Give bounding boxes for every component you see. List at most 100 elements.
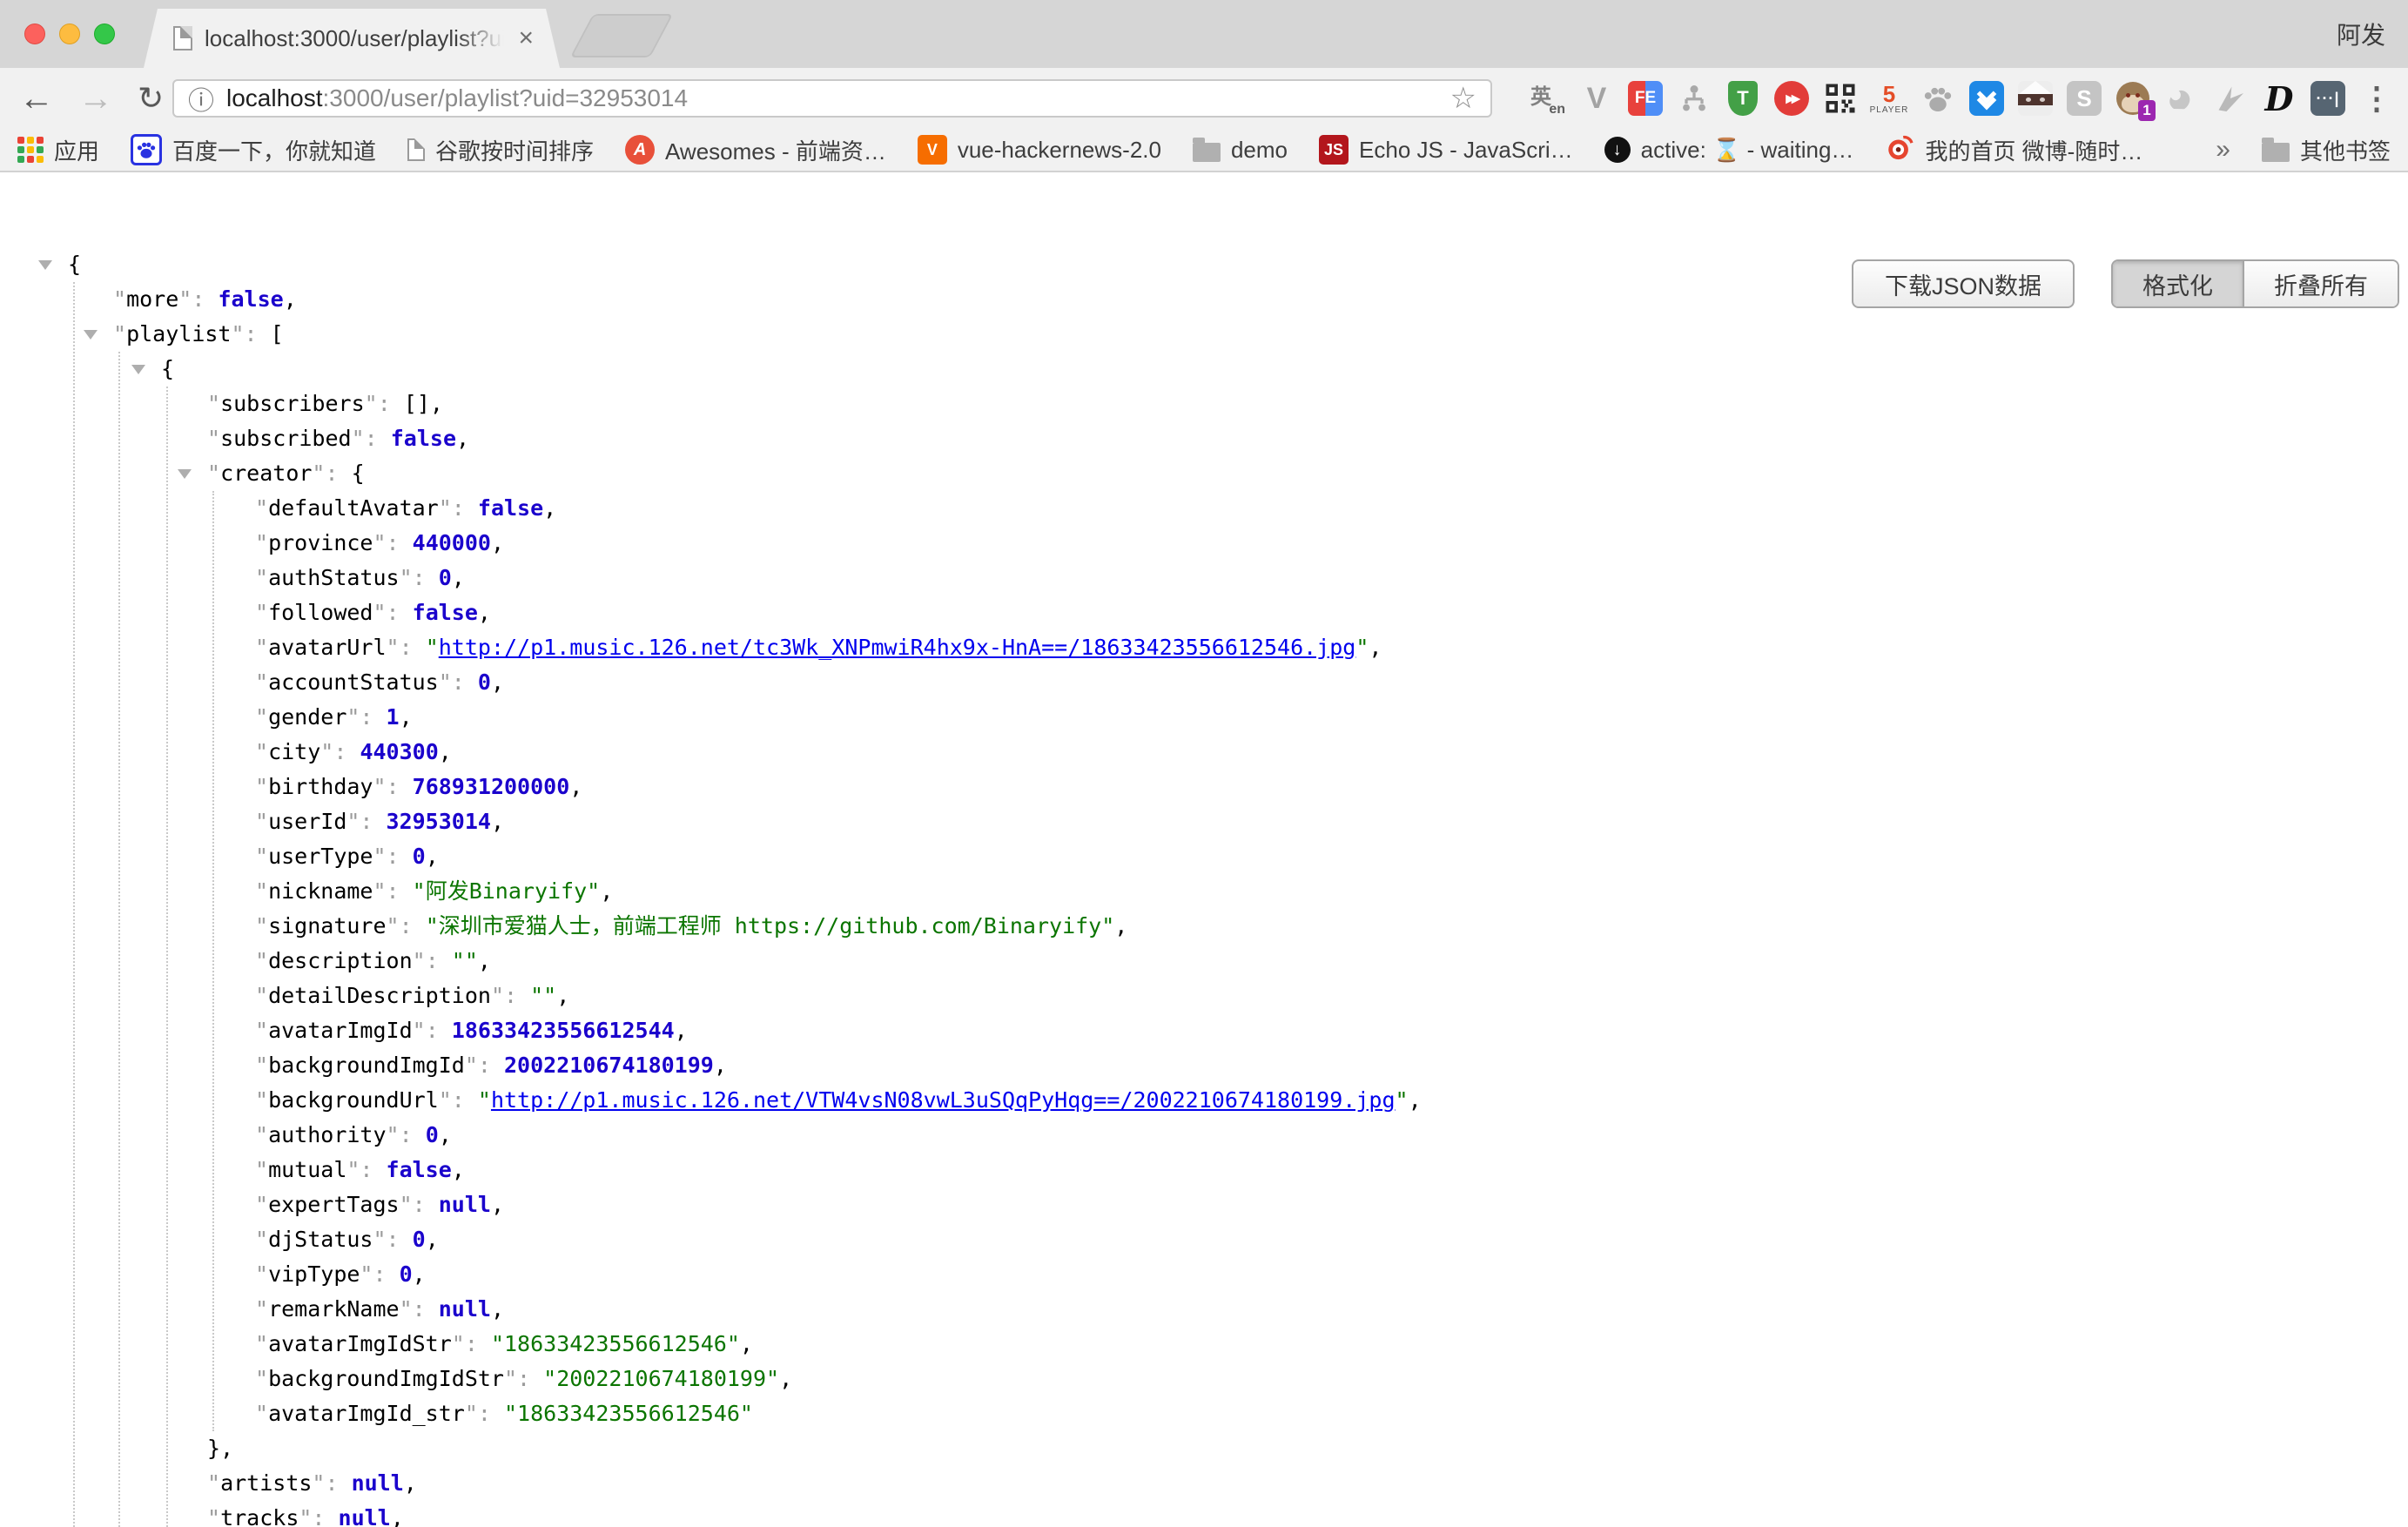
bookmarks-overflow-icon[interactable]: » xyxy=(2216,135,2230,165)
json-token: , xyxy=(491,809,504,834)
awesomes-icon: A xyxy=(625,135,655,165)
json-token: ": xyxy=(387,635,426,660)
hummingbird-icon[interactable] xyxy=(2211,79,2250,118)
json-token: , xyxy=(426,844,439,869)
chrome-menu-icon[interactable]: ⋮ xyxy=(2361,68,2392,129)
json-line: "djStatus": 0, xyxy=(0,1222,2408,1257)
bird-icon[interactable] xyxy=(2162,79,2201,118)
json-key: vipType xyxy=(268,1261,360,1287)
vue-gray-icon[interactable]: V xyxy=(1577,79,1616,118)
ellipsis-icon[interactable]: ···| xyxy=(2309,79,2347,118)
fe-icon[interactable]: FE xyxy=(1626,79,1665,118)
json-token: null xyxy=(439,1192,491,1217)
blue-chevrons-icon[interactable] xyxy=(1967,79,2006,118)
d-icon[interactable]: D xyxy=(2260,79,2298,118)
json-token: " xyxy=(426,635,439,660)
url-host: localhost xyxy=(226,84,323,112)
bookmark-item[interactable]: 应用 xyxy=(17,134,99,166)
close-window-icon[interactable] xyxy=(24,24,45,44)
json-token: " xyxy=(255,1157,268,1182)
json-token: " xyxy=(255,774,268,799)
bookmark-label: demo xyxy=(1231,137,1288,164)
new-tab-button[interactable] xyxy=(570,14,674,57)
icon-glyph: V xyxy=(1579,81,1614,116)
json-token: false xyxy=(391,426,456,451)
json-line: "backgroundImgId": 2002210674180199, xyxy=(0,1048,2408,1083)
json-key: avatarImgId_str xyxy=(268,1401,465,1426)
bookmark-item[interactable]: 百度一下，你就知道 xyxy=(131,134,376,166)
json-token: , xyxy=(439,739,452,764)
json-token: " xyxy=(255,913,268,938)
json-token: ": xyxy=(439,1087,478,1113)
tab-favicon-page-icon xyxy=(173,26,192,50)
json-token: null xyxy=(352,1470,404,1496)
json-line: "authStatus": 0, xyxy=(0,561,2408,595)
json-token: ": xyxy=(413,1018,452,1043)
json-line: "avatarUrl": "http://p1.music.126.net/tc… xyxy=(0,630,2408,665)
json-token: ": xyxy=(346,809,386,834)
monkey-icon[interactable]: 1 xyxy=(2114,79,2152,118)
json-token: , xyxy=(456,426,469,451)
url-bar[interactable]: ⓘ localhost :3000/user/playlist?uid=3295… xyxy=(172,79,1492,118)
browser-window: localhost:3000/user/playlist?ui × 阿发 ← →… xyxy=(0,0,2408,1527)
json-link[interactable]: http://p1.music.126.net/tc3Wk_XNPmwiR4hx… xyxy=(439,635,1356,660)
expander-icon[interactable] xyxy=(178,469,192,479)
json-token: " xyxy=(255,565,268,590)
json-token: , xyxy=(439,1122,452,1147)
mask-icon[interactable] xyxy=(2016,79,2055,118)
json-line: "backgroundUrl": "http://p1.music.126.ne… xyxy=(0,1083,2408,1118)
expander-icon[interactable] xyxy=(131,365,145,374)
expander-icon[interactable] xyxy=(38,260,52,270)
json-token: ": xyxy=(439,669,478,695)
json-line: "birthday": 768931200000, xyxy=(0,770,2408,804)
json-token: , xyxy=(779,1366,792,1391)
json-key: description xyxy=(268,948,413,973)
minimize-window-icon[interactable] xyxy=(59,24,80,44)
profile-name[interactable]: 阿发 xyxy=(2337,0,2385,68)
weibo-icon xyxy=(1885,132,1914,168)
tab-active[interactable]: localhost:3000/user/playlist?ui × xyxy=(144,9,560,68)
maximize-window-icon[interactable] xyxy=(94,24,115,44)
bookmark-item[interactable]: demo xyxy=(1193,137,1288,164)
json-token: " xyxy=(255,948,268,973)
expander-icon[interactable] xyxy=(84,330,98,340)
back-button[interactable]: ← xyxy=(19,68,54,129)
json-token: 440000 xyxy=(413,530,491,555)
reload-button[interactable]: ↻ xyxy=(138,68,164,129)
json-link[interactable]: http://p1.music.126.net/VTW4vsN08vwL3uSQ… xyxy=(491,1087,1396,1113)
tab-close-icon[interactable]: × xyxy=(518,25,534,51)
json-key: authority xyxy=(268,1122,386,1147)
qrcode-icon[interactable] xyxy=(1821,79,1860,118)
json-token: , xyxy=(1114,913,1127,938)
bookmark-star-icon[interactable]: ☆ xyxy=(1450,81,1476,116)
translate-icon[interactable]: 英en xyxy=(1529,79,1567,118)
paw-icon[interactable] xyxy=(1919,79,1957,118)
sitemap-icon[interactable] xyxy=(1675,79,1713,118)
tampermonkey-shield-icon[interactable]: T xyxy=(1724,79,1762,118)
bookmark-item[interactable]: 谷歌按时间排序 xyxy=(407,134,594,166)
json-line: "backgroundImgIdStr": "2002210674180199"… xyxy=(0,1362,2408,1396)
html5-player-icon[interactable]: 5PLAYER xyxy=(1870,79,1908,118)
bookmark-item[interactable]: ↓active: ⌛ - waiting… xyxy=(1604,137,1854,164)
mask-hood xyxy=(2018,81,2053,95)
other-bookmarks-button[interactable]: 其他书签 xyxy=(2262,134,2391,166)
bookmark-item[interactable]: JSEcho JS - JavaScri… xyxy=(1319,135,1573,165)
s-icon[interactable]: S xyxy=(2065,79,2103,118)
json-token: " xyxy=(1396,1087,1409,1113)
json-token: , xyxy=(569,774,582,799)
json-token: ": xyxy=(178,286,218,312)
json-token: " xyxy=(255,530,268,555)
json-line: "avatarImgId": 18633423556612544, xyxy=(0,1013,2408,1048)
json-token: , xyxy=(543,495,556,521)
site-info-icon[interactable]: ⓘ xyxy=(188,79,214,118)
json-token: { xyxy=(352,461,365,486)
fastforward-icon[interactable]: ▸▸ xyxy=(1772,79,1811,118)
baidu-paw-icon xyxy=(131,134,162,165)
bookmark-item[interactable]: AAwesomes - 前端资… xyxy=(625,134,886,166)
bookmark-item[interactable]: 我的首页 微博-随时… xyxy=(1885,132,2142,168)
json-key: signature xyxy=(268,913,386,938)
json-token: , xyxy=(452,1157,465,1182)
bookmark-item[interactable]: Vvue-hackernews-2.0 xyxy=(918,135,1161,165)
json-key: userId xyxy=(268,809,346,834)
json-line: "artists": null, xyxy=(0,1466,2408,1501)
